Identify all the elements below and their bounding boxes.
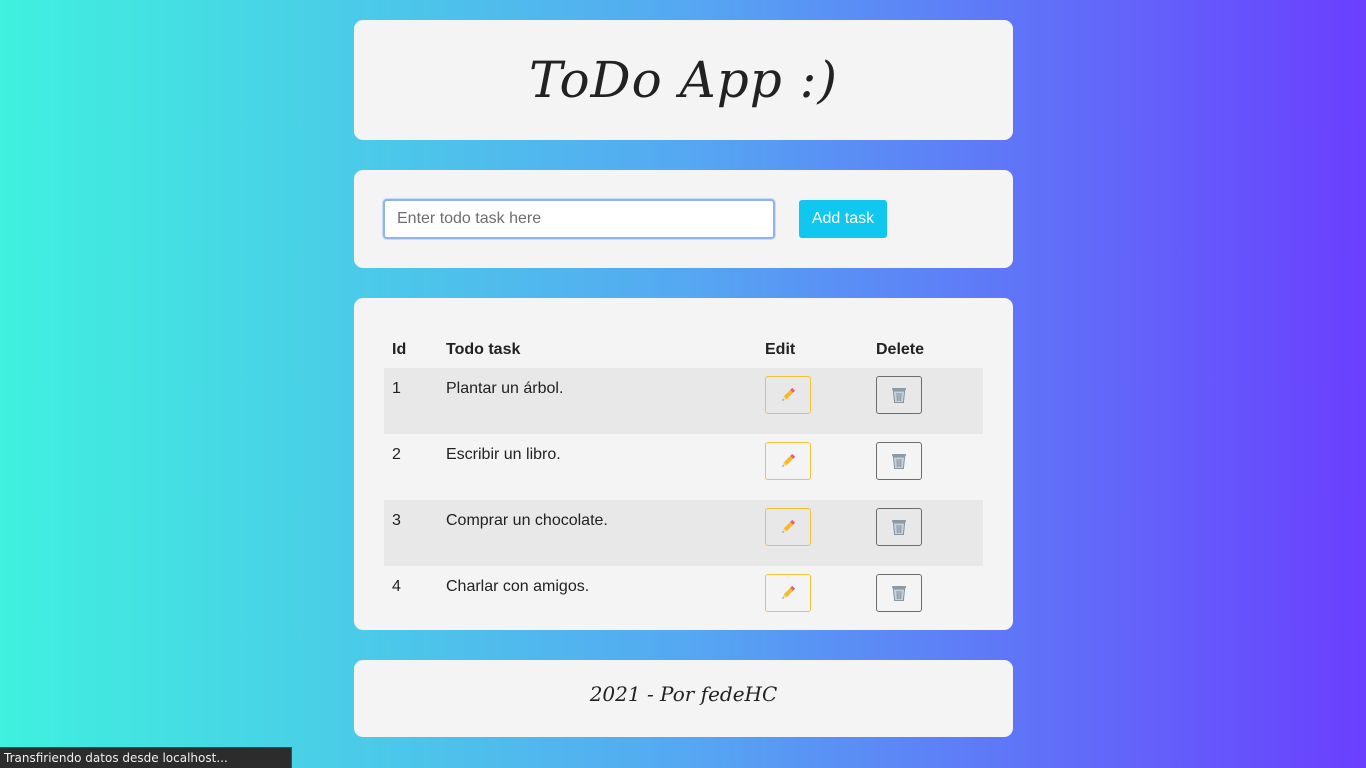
footer-card: 2021 - Por fedeHC bbox=[354, 660, 1013, 737]
edit-button[interactable] bbox=[765, 574, 811, 612]
todo-table: Id Todo task Edit Delete 1 Plantar un ár… bbox=[384, 332, 983, 632]
table-header-row: Id Todo task Edit Delete bbox=[384, 332, 983, 368]
task-text: Comprar un chocolate. bbox=[446, 512, 608, 529]
delete-button[interactable] bbox=[876, 442, 922, 480]
column-header-id: Id bbox=[392, 341, 407, 358]
edit-button[interactable] bbox=[765, 508, 811, 546]
pencil-icon bbox=[782, 453, 796, 467]
edit-button[interactable] bbox=[765, 376, 811, 414]
column-header-task: Todo task bbox=[446, 341, 521, 358]
column-header-delete: Delete bbox=[876, 341, 925, 358]
column-header-edit: Edit bbox=[765, 341, 796, 358]
table-row: 3 Comprar un chocolate. bbox=[384, 500, 983, 566]
task-id: 4 bbox=[392, 578, 401, 595]
pencil-icon bbox=[782, 585, 796, 599]
task-text: Plantar un árbol. bbox=[446, 380, 564, 397]
todo-table-card: Id Todo task Edit Delete 1 Plantar un ár… bbox=[354, 298, 1013, 630]
delete-button[interactable] bbox=[876, 508, 922, 546]
delete-button[interactable] bbox=[876, 574, 922, 612]
pencil-icon bbox=[782, 519, 796, 533]
header-card: ToDo App :) bbox=[354, 20, 1013, 140]
app-title: ToDo App :) bbox=[528, 51, 839, 109]
task-id: 3 bbox=[392, 512, 401, 529]
task-text: Charlar con amigos. bbox=[446, 578, 590, 595]
trash-icon bbox=[892, 520, 906, 535]
footer-credit: 2021 - Por fedeHC bbox=[589, 681, 778, 706]
task-text: Escribir un libro. bbox=[446, 446, 561, 463]
task-input[interactable] bbox=[383, 199, 775, 239]
delete-button[interactable] bbox=[876, 376, 922, 414]
browser-status-bar: Transfiriendo datos desde localhost... bbox=[0, 747, 292, 768]
task-form: Add task bbox=[354, 170, 1013, 268]
task-id: 2 bbox=[392, 446, 401, 463]
trash-icon bbox=[892, 388, 906, 403]
edit-button[interactable] bbox=[765, 442, 811, 480]
add-task-button[interactable]: Add task bbox=[799, 200, 887, 238]
trash-icon bbox=[892, 586, 906, 601]
table-row: 1 Plantar un árbol. bbox=[384, 368, 983, 434]
table-row: 4 Charlar con amigos. bbox=[384, 566, 983, 632]
pencil-icon bbox=[782, 387, 796, 401]
table-row: 2 Escribir un libro. bbox=[384, 434, 983, 500]
task-id: 1 bbox=[392, 380, 401, 397]
trash-icon bbox=[892, 454, 906, 469]
